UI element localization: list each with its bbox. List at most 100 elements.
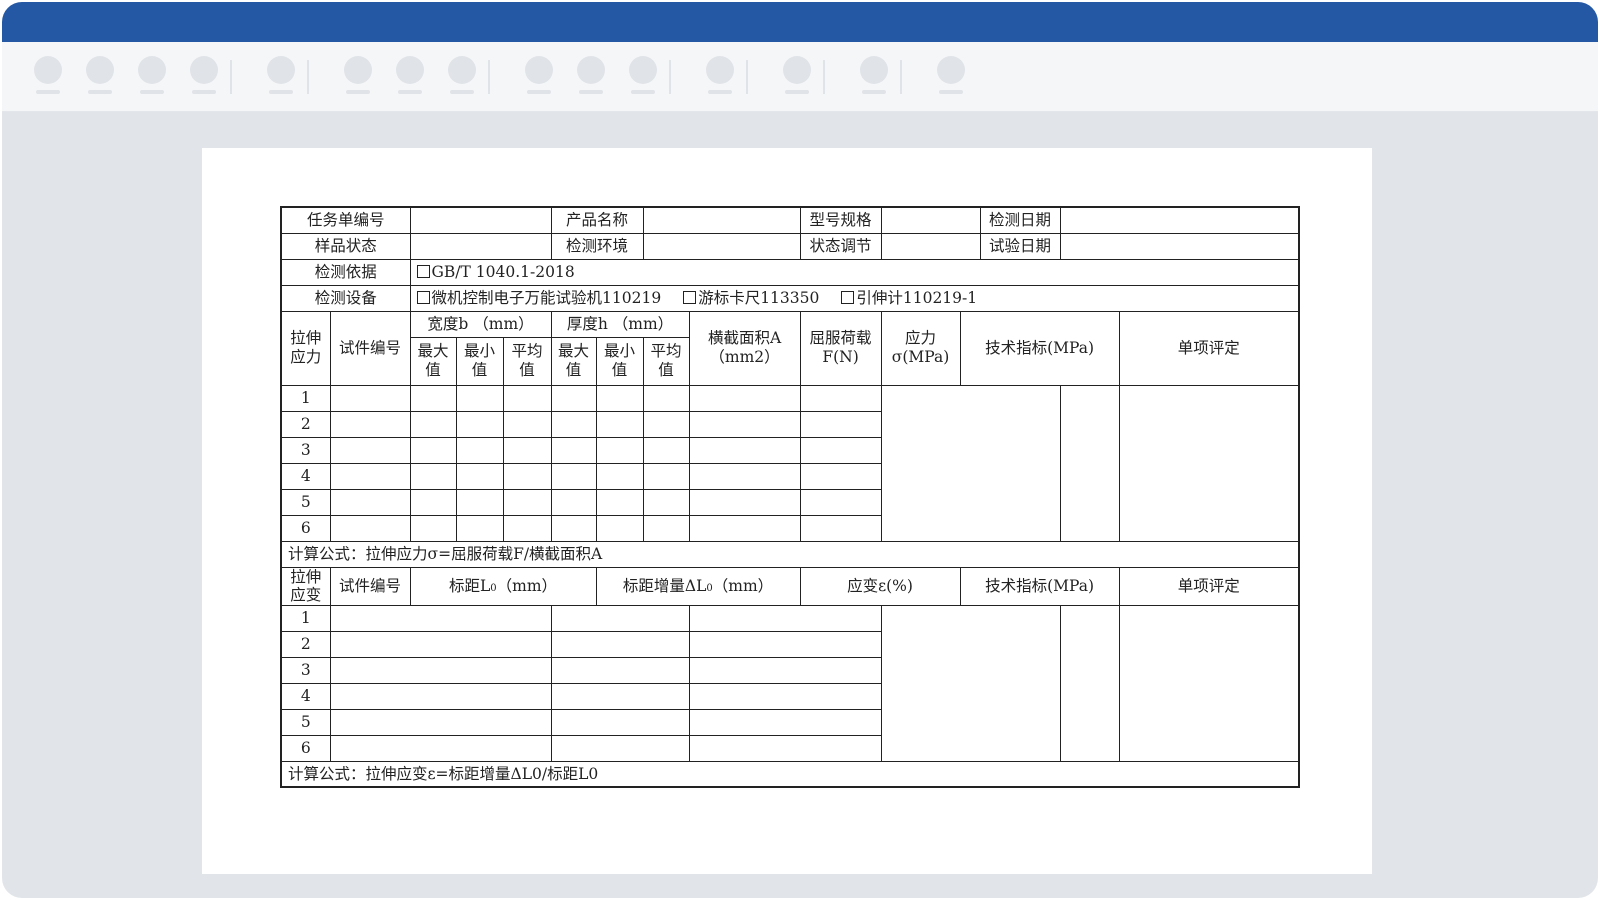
checkbox-icon[interactable] [841,290,855,304]
area-cell[interactable] [642,384,690,412]
gauge-length-cell[interactable] [329,734,552,762]
strain-value-cell[interactable] [688,630,882,658]
toolbar-icon-5[interactable] [265,56,297,98]
equipment-option[interactable]: 引伸计110219-1 [841,289,977,307]
thickness-avg-cell[interactable] [595,410,644,438]
gauge-increment-cell[interactable] [550,630,690,658]
product-name-field[interactable] [642,206,801,234]
thickness-min-cell[interactable] [550,514,597,542]
yield-load-cell[interactable] [688,410,801,438]
toolbar-icon-13[interactable] [781,56,813,98]
width-max-cell[interactable] [329,514,411,542]
strain-value-cell[interactable] [688,656,882,684]
width-avg-cell[interactable] [455,436,504,464]
thickness-avg-cell[interactable] [595,462,644,490]
area-cell[interactable] [642,462,690,490]
equipment-option[interactable]: 微机控制电子万能试验机110219 [416,289,661,307]
gauge-length-cell[interactable] [329,656,552,684]
yield-load-cell[interactable] [688,462,801,490]
gauge-length-cell[interactable] [329,630,552,658]
thickness-max-cell[interactable] [502,514,552,542]
area-cell[interactable] [642,436,690,464]
strain-rating-cell[interactable] [1059,604,1120,762]
toolbar-icon-4[interactable] [188,56,220,98]
toolbar-icon-8[interactable] [446,56,478,98]
thickness-min-cell[interactable] [550,384,597,412]
strain-value-cell[interactable] [688,734,882,762]
yield-load-cell[interactable] [688,384,801,412]
toolbar-icon-3[interactable] [136,56,168,98]
thickness-min-cell[interactable] [550,410,597,438]
thickness-avg-cell[interactable] [595,436,644,464]
toolbar-icon-2[interactable] [84,56,116,98]
thickness-max-cell[interactable] [502,436,552,464]
width-max-cell[interactable] [329,462,411,490]
width-min-cell[interactable] [409,488,457,516]
toolbar-icon-1[interactable] [32,56,64,98]
thickness-min-cell[interactable] [550,462,597,490]
width-max-cell[interactable] [329,488,411,516]
area-cell[interactable] [642,514,690,542]
stress-value-cell[interactable] [799,462,882,490]
stress-tech-index-cell[interactable] [880,384,1061,542]
thickness-avg-cell[interactable] [595,488,644,516]
width-min-cell[interactable] [409,462,457,490]
gauge-increment-cell[interactable] [550,682,690,710]
width-avg-cell[interactable] [455,462,504,490]
thickness-min-cell[interactable] [550,436,597,464]
strain-value-cell[interactable] [688,708,882,736]
gauge-increment-cell[interactable] [550,708,690,736]
width-avg-cell[interactable] [455,488,504,516]
thickness-max-cell[interactable] [502,410,552,438]
gauge-length-cell[interactable] [329,604,552,632]
stress-value-cell[interactable] [799,384,882,412]
checkbox-icon[interactable] [416,290,430,304]
stress-value-cell[interactable] [799,514,882,542]
thickness-avg-cell[interactable] [595,514,644,542]
width-min-cell[interactable] [409,410,457,438]
thickness-min-cell[interactable] [550,488,597,516]
width-max-cell[interactable] [329,410,411,438]
width-min-cell[interactable] [409,514,457,542]
width-avg-cell[interactable] [455,410,504,438]
test-date-field[interactable] [1059,206,1300,234]
gauge-increment-cell[interactable] [550,734,690,762]
width-avg-cell[interactable] [455,384,504,412]
sample-state-field[interactable] [409,232,552,260]
stress-value-cell[interactable] [799,410,882,438]
condition-field[interactable] [880,232,981,260]
toolbar-icon-10[interactable] [575,56,607,98]
gauge-length-cell[interactable] [329,682,552,710]
width-max-cell[interactable] [329,436,411,464]
stress-rating-cell[interactable] [1059,384,1120,542]
checkbox-icon[interactable] [416,264,430,278]
test-env-field[interactable] [642,232,801,260]
yield-load-cell[interactable] [688,488,801,516]
width-min-cell[interactable] [409,384,457,412]
toolbar-icon-6[interactable] [342,56,374,98]
width-avg-cell[interactable] [455,514,504,542]
yield-load-cell[interactable] [688,436,801,464]
stress-value-cell[interactable] [799,436,882,464]
task-no-field[interactable] [409,206,552,234]
strain-value-cell[interactable] [688,682,882,710]
width-max-cell[interactable] [329,384,411,412]
gauge-increment-cell[interactable] [550,604,690,632]
basis-option[interactable]: GB/T 1040.1-2018 [416,263,575,281]
yield-load-cell[interactable] [688,514,801,542]
strain-tech-index-cell[interactable] [880,604,1061,762]
gauge-increment-cell[interactable] [550,656,690,684]
toolbar-icon-7[interactable] [394,56,426,98]
equipment-option[interactable]: 游标卡尺113350 [683,289,819,307]
area-cell[interactable] [642,410,690,438]
checkbox-icon[interactable] [683,290,697,304]
area-cell[interactable] [642,488,690,516]
thickness-max-cell[interactable] [502,384,552,412]
thickness-max-cell[interactable] [502,462,552,490]
toolbar-icon-9[interactable] [523,56,555,98]
stress-value-cell[interactable] [799,488,882,516]
trial-date-field[interactable] [1059,232,1300,260]
toolbar-icon-14[interactable] [858,56,890,98]
toolbar-icon-11[interactable] [627,56,659,98]
thickness-max-cell[interactable] [502,488,552,516]
